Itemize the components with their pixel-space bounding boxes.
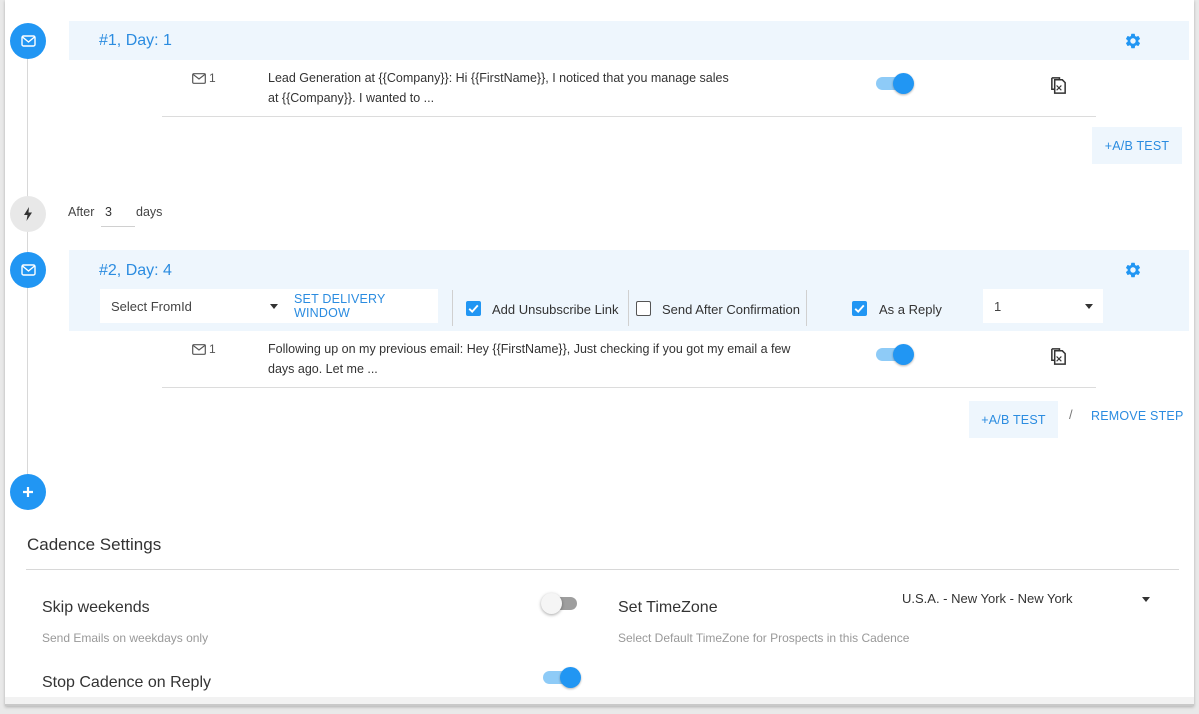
delay-prefix: After xyxy=(68,205,95,219)
chevron-down-icon xyxy=(1142,597,1150,602)
step-2-ab-test-button[interactable]: +A/B TEST xyxy=(969,401,1058,438)
email-preview-line-2: at {{Company}}. I wanted to ... xyxy=(268,91,435,105)
divider xyxy=(806,290,807,326)
delay-suffix: days xyxy=(136,205,163,219)
step-1-email-row[interactable]: 1 Lead Generation at {{Company}}: Hi {{F… xyxy=(162,61,1096,117)
delay-days-input[interactable]: 3 xyxy=(101,203,135,227)
send-after-confirmation-checkbox[interactable] xyxy=(636,301,651,316)
cadence-editor: #1, Day: 1 1 Lead Generation at {{Compan… xyxy=(5,0,1194,706)
email-preview-line-1: Lead Generation at {{Company}}: Hi {{Fir… xyxy=(268,71,729,85)
skip-weekends-toggle[interactable] xyxy=(541,593,579,614)
check-icon xyxy=(854,304,865,313)
stop-on-reply-label: Stop Cadence on Reply xyxy=(42,674,211,691)
cadence-settings-title: Cadence Settings xyxy=(27,535,162,554)
step-1-email-preview[interactable]: Lead Generation at {{Company}}: Hi {{Fir… xyxy=(268,68,828,108)
step-1-copy-icon[interactable] xyxy=(1049,76,1068,100)
step-2-title: #2, Day: 4 xyxy=(99,262,172,279)
step-1-header: #1, Day: 1 xyxy=(69,21,1189,60)
unsubscribe-label: Add Unsubscribe Link xyxy=(492,302,619,317)
envelope-icon xyxy=(192,72,206,84)
stop-on-reply-toggle[interactable] xyxy=(543,667,581,688)
step-2-email-count: 1 xyxy=(192,342,216,356)
add-step-plus-icon[interactable] xyxy=(10,474,46,510)
send-after-confirmation-label: Send After Confirmation xyxy=(662,302,801,317)
set-delivery-window-button[interactable]: SET DELIVERY WINDOW xyxy=(294,292,438,320)
divider xyxy=(26,569,1179,570)
delay-lightning-icon xyxy=(10,196,46,232)
divider xyxy=(628,290,629,326)
email-count-value: 1 xyxy=(209,342,216,356)
step-1-gear-icon[interactable] xyxy=(1124,32,1142,50)
delivery-window-box: SET DELIVERY WINDOW xyxy=(288,289,438,323)
step-1-email-toggle[interactable] xyxy=(876,73,914,94)
remove-step-button[interactable]: REMOVE STEP xyxy=(1091,409,1184,423)
step-1-ab-test-button[interactable]: +A/B TEST xyxy=(1092,127,1182,164)
chevron-down-icon xyxy=(270,304,278,309)
bottom-shade xyxy=(5,697,1194,704)
email-count-value: 1 xyxy=(209,71,216,85)
step-2-mail-icon xyxy=(10,252,46,288)
from-id-select[interactable]: Select FromId xyxy=(100,289,288,323)
reply-to-step-select[interactable]: 1 xyxy=(983,289,1103,323)
step-1-email-count: 1 xyxy=(192,71,216,85)
email-preview-line-1: Following up on my previous email: Hey {… xyxy=(268,342,791,356)
divider xyxy=(452,290,453,326)
step-2-copy-icon[interactable] xyxy=(1049,347,1068,371)
skip-weekends-label: Skip weekends xyxy=(42,599,150,616)
step-2-email-preview[interactable]: Following up on my previous email: Hey {… xyxy=(268,339,848,379)
step-2-gear-icon[interactable] xyxy=(1124,261,1142,279)
email-preview-line-2: days ago. Let me ... xyxy=(268,362,378,376)
check-icon xyxy=(468,304,479,313)
from-id-select-placeholder: Select FromId xyxy=(111,298,192,314)
step-2-header: #2, Day: 4 Select FromId SET DELIVERY WI… xyxy=(69,250,1189,331)
timezone-select-value: U.S.A. - New York - New York xyxy=(902,591,1073,606)
timezone-label: Set TimeZone xyxy=(618,599,718,616)
timezone-description: Select Default TimeZone for Prospects in… xyxy=(618,631,910,645)
as-reply-checkbox[interactable] xyxy=(852,301,867,316)
unsubscribe-checkbox[interactable] xyxy=(466,301,481,316)
reply-to-step-value: 1 xyxy=(994,298,1002,314)
skip-weekends-description: Send Emails on weekdays only xyxy=(42,631,209,645)
timezone-select[interactable]: U.S.A. - New York - New York xyxy=(902,589,1160,609)
step-1-title: #1, Day: 1 xyxy=(99,32,172,49)
step-2-email-toggle[interactable] xyxy=(876,344,914,365)
step-2-email-row[interactable]: 1 Following up on my previous email: Hey… xyxy=(162,332,1096,388)
chevron-down-icon xyxy=(1085,304,1093,309)
action-separator: / xyxy=(1069,407,1073,422)
as-reply-label: As a Reply xyxy=(879,302,942,317)
envelope-icon xyxy=(192,343,206,355)
step-1-mail-icon xyxy=(10,23,46,59)
